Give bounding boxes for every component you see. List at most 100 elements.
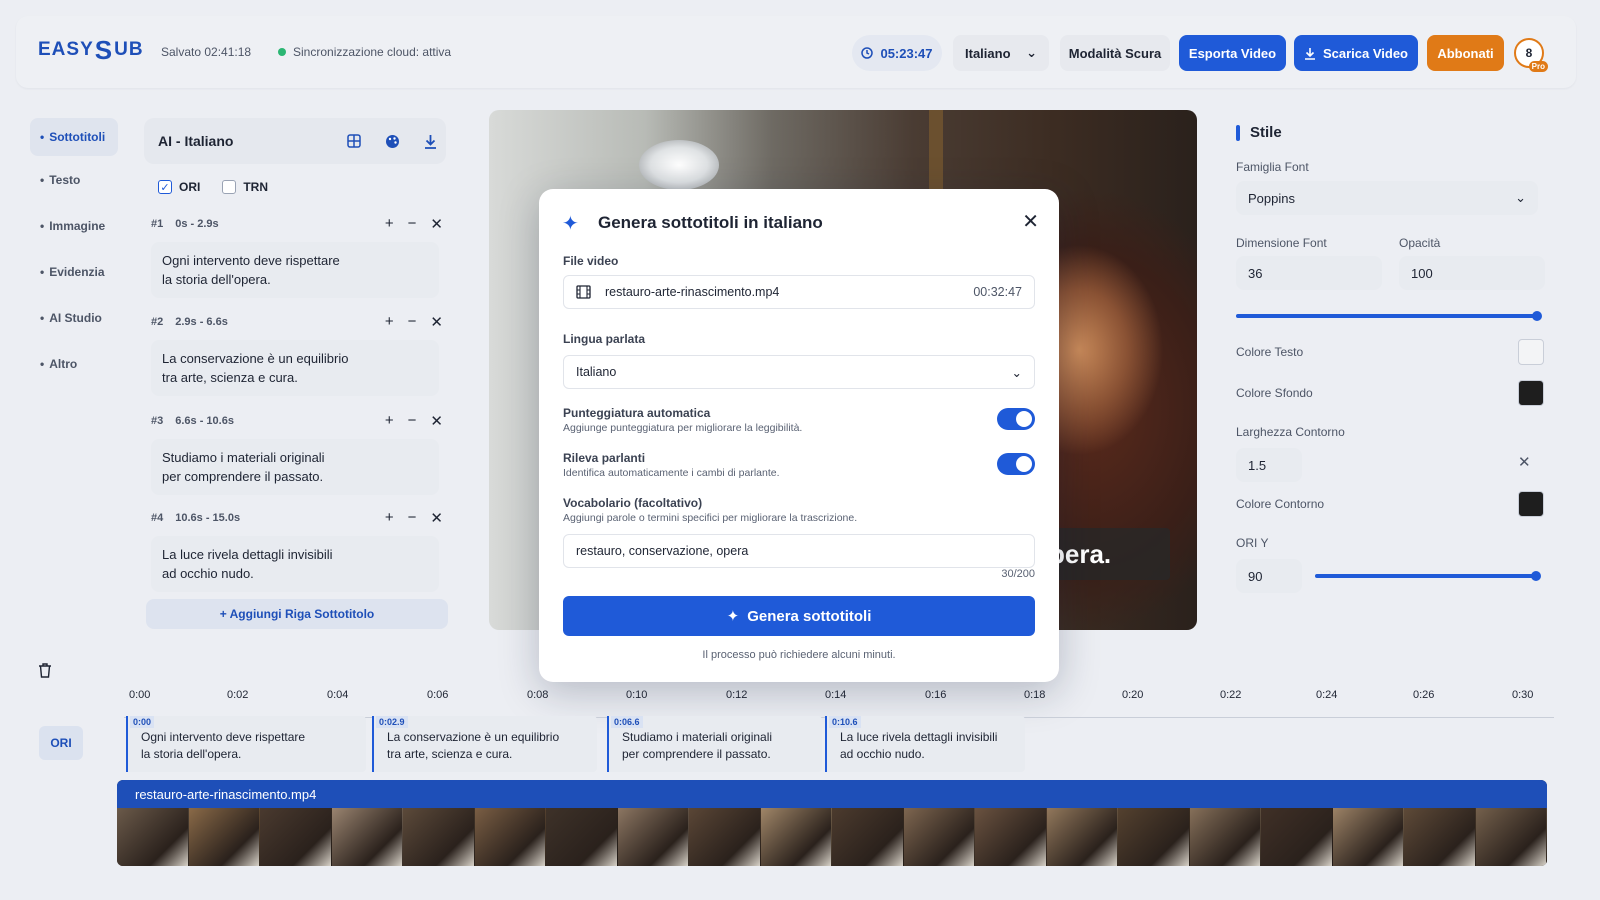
segment-line: Studiamo i materiali originali <box>162 450 325 465</box>
slider-knob[interactable] <box>1531 571 1541 581</box>
opacity-input[interactable]: 100 <box>1399 256 1545 290</box>
auto-punctuation-toggle[interactable] <box>997 408 1035 430</box>
segment-text[interactable]: Studiamo i materiali originali per compre… <box>151 439 439 495</box>
download-video-button[interactable]: Scarica Video <box>1294 35 1418 71</box>
slider-knob[interactable] <box>1532 311 1542 321</box>
segment-time: 0s - 2.9s <box>175 218 219 230</box>
vocabulary-input[interactable]: restauro, conservazione, opera <box>563 534 1035 568</box>
subtitle-panel-header: AI - Italiano <box>144 118 446 164</box>
timeline-clip[interactable]: 0:02.9 La conservazione è un equilibrio t… <box>372 716 597 772</box>
sidebar-item-immagine[interactable]: • Immagine <box>30 207 118 245</box>
opacity-label: Opacità <box>1399 236 1441 250</box>
close-icon[interactable]: ✕ <box>1518 453 1531 471</box>
video-thumbnail <box>260 808 332 866</box>
close-icon[interactable]: ✕ <box>430 313 443 331</box>
close-icon[interactable]: ✕ <box>430 412 443 430</box>
avatar[interactable]: 8 Pro <box>1514 38 1548 72</box>
segment-id: #2 <box>151 316 164 328</box>
timeline-clip[interactable]: 0:00 Ogni intervento deve rispettare la s… <box>126 716 366 772</box>
auto-punctuation-desc: Aggiunge punteggiatura per migliorare la… <box>563 422 803 434</box>
minus-icon[interactable]: − <box>408 412 417 430</box>
minus-icon[interactable]: − <box>408 509 417 527</box>
segment-time: 6.6s - 10.6s <box>175 415 234 427</box>
outline-width-input[interactable]: 1.5 <box>1236 448 1302 482</box>
generate-subtitles-button[interactable]: ✦ Genera sottotitoli <box>563 596 1035 636</box>
download-icon[interactable] <box>420 131 440 151</box>
ori-y-input[interactable]: 90 <box>1236 559 1302 593</box>
subtitle-segment: #4 10.6s - 15.0s + − ✕ La luce rivela detta… <box>151 508 443 592</box>
subtitle-panel-title: AI - Italiano <box>158 133 234 149</box>
detect-speakers-toggle[interactable] <box>997 453 1035 475</box>
close-icon[interactable]: ✕ <box>1022 209 1039 234</box>
add-subtitle-row-button[interactable]: + Aggiungi Riga Sottotitolo <box>146 599 448 629</box>
sidebar-item-label: AI Studio <box>49 311 102 325</box>
style-panel: Stile Famiglia Font Poppins ⌄ Dimensione … <box>1222 108 1562 638</box>
segment-text[interactable]: La conservazione è un equilibrio tra arte… <box>151 340 439 396</box>
text-color-label: Colore Testo <box>1236 345 1304 359</box>
timeline-tick-label: 0:12 <box>726 689 748 701</box>
segment-text[interactable]: Ogni intervento deve rispettare la storia… <box>151 242 439 298</box>
timeline-clip[interactable]: 0:06.6 Studiamo i materiali originali per… <box>607 716 822 772</box>
bg-color-swatch[interactable] <box>1518 380 1544 406</box>
trn-checkbox[interactable]: TRN <box>222 180 268 194</box>
font-family-value: Poppins <box>1248 190 1295 206</box>
timeline-clip[interactable]: 0:10.6 La luce rivela dettagli invisibil… <box>825 716 1025 772</box>
sidebar-item-ai-studio[interactable]: • AI Studio <box>30 299 118 337</box>
segment-id: #4 <box>151 512 164 524</box>
detect-speakers-desc: Identifica automaticamente i cambi di pa… <box>563 467 780 479</box>
logo-text-tail: UB <box>114 39 144 60</box>
sidebar-item-evidenzia[interactable]: • Evidenzia <box>30 253 118 291</box>
language-select[interactable]: Italiano ⌄ <box>953 35 1049 71</box>
video-thumbnail <box>760 808 832 866</box>
font-family-select[interactable]: Poppins ⌄ <box>1236 181 1538 215</box>
timeline-tick-label: 0:22 <box>1220 689 1242 701</box>
timer-value: 05:23:47 <box>880 45 933 61</box>
grid-icon[interactable] <box>344 131 364 151</box>
sidebar-item-sottotitoli[interactable]: • Sottotitoli <box>30 118 118 156</box>
top-bar: EASY S UB Salvato 02:41:18 Sincronizzazion… <box>16 16 1576 88</box>
palette-icon[interactable] <box>382 131 402 151</box>
sidebar-item-testo[interactable]: • Testo <box>30 161 118 199</box>
video-thumbnail <box>975 808 1047 866</box>
text-color-swatch[interactable] <box>1518 339 1544 365</box>
video-thumbnail <box>117 808 189 866</box>
ori-track-button[interactable]: ORI <box>39 726 83 760</box>
close-icon[interactable]: ✕ <box>430 215 443 233</box>
outline-color-swatch[interactable] <box>1518 491 1544 517</box>
close-icon[interactable]: ✕ <box>430 509 443 527</box>
ori-y-slider[interactable] <box>1315 571 1541 581</box>
export-video-button[interactable]: Esporta Video <box>1179 35 1286 71</box>
timeline-tick-label: 0:16 <box>925 689 947 701</box>
opacity-slider[interactable] <box>1236 311 1542 321</box>
sparkle-icon: ✦ <box>726 608 740 625</box>
toggle-knob <box>1016 411 1032 427</box>
sidebar-item-altro[interactable]: • Altro <box>30 345 118 383</box>
app-logo[interactable]: EASY S UB <box>38 37 144 63</box>
video-track[interactable]: restauro-arte-rinascimento.mp4 <box>117 780 1547 866</box>
avatar-initial: 8 <box>1525 46 1533 60</box>
timeline-tick-label: 0:18 <box>1024 689 1046 701</box>
clip-start: 0:06.6 <box>611 716 643 728</box>
plus-icon[interactable]: + <box>385 509 394 527</box>
video-thumbnail <box>1475 808 1547 866</box>
download-icon <box>1304 47 1315 60</box>
video-thumbnail <box>474 808 546 866</box>
sidebar-item-label: Immagine <box>49 219 106 233</box>
dark-mode-button[interactable]: Modalità Scura <box>1060 35 1170 71</box>
minus-icon[interactable]: − <box>408 215 417 233</box>
checkbox-empty-icon <box>222 180 237 194</box>
ori-y-label: ORI Y <box>1236 536 1269 550</box>
segment-text[interactable]: La luce rivela dettagli invisibili ad occ… <box>151 536 439 592</box>
subscribe-button[interactable]: Abbonati <box>1427 35 1504 71</box>
plus-icon[interactable]: + <box>385 313 394 331</box>
minus-icon[interactable]: − <box>408 313 417 331</box>
font-size-input[interactable]: 36 <box>1236 256 1382 290</box>
clip-line: la storia dell'opera. <box>141 747 242 761</box>
subtitle-segment: #2 2.9s - 6.6s + − ✕ La conservazione è un … <box>151 312 443 396</box>
ori-checkbox[interactable]: ✓ ORI <box>158 180 200 194</box>
toggle-knob <box>1016 456 1032 472</box>
trash-icon[interactable] <box>38 663 52 683</box>
plus-icon[interactable]: + <box>385 412 394 430</box>
spoken-language-select[interactable]: Italiano ⌄ <box>563 355 1035 389</box>
plus-icon[interactable]: + <box>385 215 394 233</box>
